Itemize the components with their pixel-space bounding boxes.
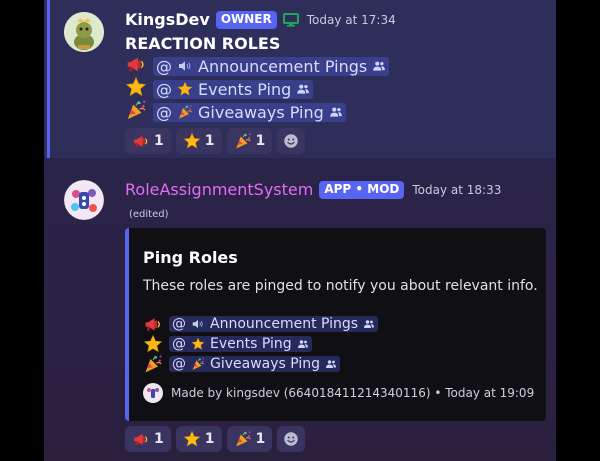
reactions-bar: 1 1 1 xyxy=(125,426,306,452)
monitor-icon xyxy=(282,12,299,27)
role-line: @ Giveaways Ping xyxy=(125,101,346,123)
message-header: RoleAssignmentSystem APP • MOD Today at … xyxy=(125,180,501,199)
timestamp[interactable]: Today at 18:33 xyxy=(412,183,501,197)
megaphone-icon xyxy=(143,314,163,334)
edited-label: (edited) xyxy=(129,209,169,220)
speaker-icon xyxy=(177,58,193,74)
role-label: Events Ping xyxy=(198,79,292,99)
footer-avatar xyxy=(143,383,163,403)
people-icon xyxy=(297,338,309,350)
role-label: Events Ping xyxy=(210,336,292,352)
role-mention[interactable]: @ Events Ping xyxy=(169,336,312,352)
mention-prefix: @ xyxy=(172,336,186,352)
mention-prefix: @ xyxy=(156,79,172,99)
star-icon xyxy=(177,81,193,97)
reaction-count: 1 xyxy=(204,133,215,149)
party-popper-icon xyxy=(143,354,163,374)
timestamp[interactable]: Today at 17:34 xyxy=(307,13,396,27)
reaction-count: 1 xyxy=(255,431,266,447)
mention-highlight-bar xyxy=(47,0,50,158)
role-mention[interactable]: @ Events Ping xyxy=(153,79,314,99)
party-popper-icon xyxy=(191,357,205,371)
mention-prefix: @ xyxy=(156,102,172,122)
add-reaction-button[interactable] xyxy=(277,426,306,452)
smile-icon xyxy=(282,430,300,448)
people-icon xyxy=(329,105,343,119)
reaction-party[interactable]: 1 xyxy=(226,426,273,452)
reaction-count: 1 xyxy=(204,431,215,447)
mention-prefix: @ xyxy=(156,56,172,76)
role-label: Giveaways Ping xyxy=(210,356,321,372)
reaction-count: 1 xyxy=(154,431,164,447)
people-icon xyxy=(296,82,310,96)
people-icon xyxy=(372,59,386,73)
role-label: Announcement Pings xyxy=(210,316,359,332)
role-line: @ Events Ping xyxy=(125,78,314,100)
app-tag: APP • MOD xyxy=(319,180,405,199)
reaction-count: 1 xyxy=(255,133,266,149)
star-icon xyxy=(183,132,201,150)
star-icon xyxy=(183,430,201,448)
party-popper-icon xyxy=(177,104,193,120)
embed-card: Ping Roles These roles are pinged to not… xyxy=(125,228,546,421)
smile-icon xyxy=(282,132,300,150)
reaction-megaphone[interactable]: 1 xyxy=(125,426,171,452)
avatar[interactable] xyxy=(64,12,104,52)
star-icon xyxy=(191,337,205,351)
reaction-party[interactable]: 1 xyxy=(226,128,273,154)
reaction-star[interactable]: 1 xyxy=(175,426,222,452)
message-header: KingsDev OWNER Today at 17:34 xyxy=(125,10,396,29)
reaction-megaphone[interactable]: 1 xyxy=(125,128,171,154)
mention-prefix: @ xyxy=(172,356,186,372)
reaction-count: 1 xyxy=(154,133,164,149)
megaphone-icon xyxy=(132,132,150,150)
party-popper-icon xyxy=(234,132,252,150)
people-icon xyxy=(325,358,337,370)
username[interactable]: RoleAssignmentSystem xyxy=(125,180,313,199)
username[interactable]: KingsDev xyxy=(125,10,210,29)
mention-prefix: @ xyxy=(172,316,186,332)
role-mention[interactable]: @ Announcement Pings xyxy=(169,316,379,332)
reactions-bar: 1 1 1 xyxy=(125,128,306,154)
role-label: Announcement Pings xyxy=(198,56,368,76)
avatar[interactable] xyxy=(64,180,104,220)
speaker-icon xyxy=(191,317,205,331)
add-reaction-button[interactable] xyxy=(277,128,306,154)
embed-role-line: @ Announcement Pings xyxy=(143,314,379,334)
megaphone-icon xyxy=(132,430,150,448)
party-popper-icon xyxy=(234,430,252,448)
role-mention[interactable]: @ Giveaways Ping xyxy=(169,356,341,372)
embed-role-line: @ Giveaways Ping xyxy=(143,354,341,374)
chat-frame: KingsDev OWNER Today at 17:34 REACTION R… xyxy=(44,0,556,461)
role-mention[interactable]: @ Announcement Pings xyxy=(153,56,390,76)
party-popper-icon xyxy=(125,99,147,125)
role-label: Giveaways Ping xyxy=(198,102,324,122)
footer-text: Made by kingsdev (664018411214340116) • … xyxy=(171,386,535,400)
people-icon xyxy=(363,318,375,330)
embed-footer: Made by kingsdev (664018411214340116) • … xyxy=(143,383,534,403)
message-title: REACTION ROLES xyxy=(125,34,281,53)
embed-description: These roles are pinged to notify you abo… xyxy=(143,278,538,294)
role-mention[interactable]: @ Giveaways Ping xyxy=(153,102,346,122)
embed-role-line: @ Events Ping xyxy=(143,334,312,354)
star-icon xyxy=(143,334,163,354)
reaction-star[interactable]: 1 xyxy=(175,128,222,154)
embed-title: Ping Roles xyxy=(143,248,238,267)
role-line: @ Announcement Pings xyxy=(125,55,390,77)
message-reaction-roles[interactable]: KingsDev OWNER Today at 17:34 REACTION R… xyxy=(44,0,556,158)
role-tag: OWNER xyxy=(215,10,277,29)
